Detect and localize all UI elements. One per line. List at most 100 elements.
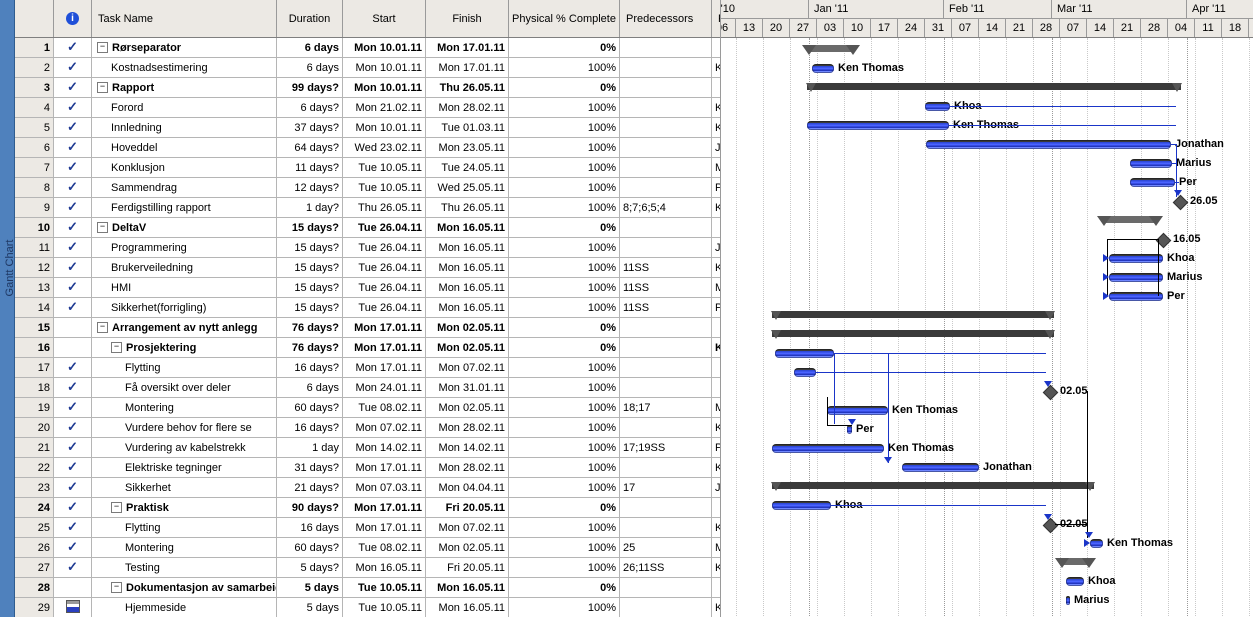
predecessors-cell[interactable] xyxy=(619,77,712,98)
predecessors-cell[interactable]: 11SS xyxy=(619,257,712,278)
task-name-cell[interactable]: Kostnadsestimering xyxy=(91,57,277,78)
task-name-cell[interactable]: Flytting xyxy=(91,357,277,378)
table-row[interactable]: 15− Arrangement av nytt anlegg 76 days? Mon… xyxy=(15,317,720,338)
gantt-summary-bar[interactable] xyxy=(1055,558,1096,568)
gantt-task-bar[interactable] xyxy=(1130,178,1175,187)
table-row[interactable]: 8 ✓ Sammendrag 12 days? Tue 10.05.11 Wed 25.0… xyxy=(15,177,720,198)
task-name-cell[interactable]: − Praktisk xyxy=(91,497,277,518)
physical-pct-complete-cell[interactable]: 100% xyxy=(508,257,620,278)
predecessors-cell[interactable] xyxy=(619,337,712,358)
row-indicator-cell[interactable]: ✓ xyxy=(53,557,92,578)
start-cell[interactable]: Mon 07.02.11 xyxy=(342,417,426,438)
resource-cell[interactable] xyxy=(711,357,720,378)
gantt-milestone-marker[interactable] xyxy=(1042,384,1059,401)
finish-cell[interactable]: Mon 02.05.11 xyxy=(425,537,509,558)
row-indicator-cell[interactable]: ✓ xyxy=(53,137,92,158)
resource-cell[interactable]: Ken Thom xyxy=(711,557,720,578)
resource-cell[interactable]: Jonathan xyxy=(711,137,720,158)
resource-cell[interactable] xyxy=(711,317,720,338)
start-cell[interactable]: Tue 26.04.11 xyxy=(342,297,426,318)
physical-pct-complete-cell[interactable]: 100% xyxy=(508,277,620,298)
predecessors-cell[interactable] xyxy=(619,357,712,378)
gantt-summary-bar[interactable] xyxy=(771,311,1055,320)
duration-cell[interactable]: 11 days? xyxy=(276,157,343,178)
start-cell[interactable]: Tue 10.05.11 xyxy=(342,597,426,617)
duration-cell[interactable]: 1 day xyxy=(276,437,343,458)
col-header-physical-pct-complete[interactable]: Physical % Complete xyxy=(508,0,620,38)
resource-cell[interactable]: Per xyxy=(711,177,720,198)
duration-cell[interactable]: 15 days? xyxy=(276,257,343,278)
finish-cell[interactable]: Mon 16.05.11 xyxy=(425,237,509,258)
physical-pct-complete-cell[interactable]: 100% xyxy=(508,157,620,178)
duration-cell[interactable]: 37 days? xyxy=(276,117,343,138)
physical-pct-complete-cell[interactable]: 100% xyxy=(508,477,620,498)
task-name-cell[interactable]: Sammendrag xyxy=(91,177,277,198)
physical-pct-complete-cell[interactable]: 100% xyxy=(508,97,620,118)
duration-cell[interactable]: 90 days? xyxy=(276,497,343,518)
physical-pct-complete-cell[interactable]: 100% xyxy=(508,177,620,198)
physical-pct-complete-cell[interactable]: 0% xyxy=(508,497,620,518)
duration-cell[interactable]: 15 days? xyxy=(276,297,343,318)
resource-cell[interactable]: Ken Thom xyxy=(711,457,720,478)
resource-cell[interactable]: Marius xyxy=(711,397,720,418)
duration-cell[interactable]: 16 days? xyxy=(276,357,343,378)
duration-cell[interactable]: 6 days? xyxy=(276,97,343,118)
table-row[interactable]: 28 − Dokumentasjon av samarbeid 5 days Tue 1… xyxy=(15,577,720,598)
gantt-summary-bar[interactable] xyxy=(771,482,1095,491)
physical-pct-complete-cell[interactable]: 100% xyxy=(508,137,620,158)
resource-cell[interactable]: Ken Thom xyxy=(711,117,720,138)
resource-cell[interactable] xyxy=(711,497,720,518)
task-name-cell[interactable]: Hoveddel xyxy=(91,137,277,158)
task-name-cell[interactable]: Vurdere behov for flere se xyxy=(91,417,277,438)
finish-cell[interactable]: Thu 26.05.11 xyxy=(425,197,509,218)
duration-cell[interactable]: 21 days? xyxy=(276,477,343,498)
gantt-task-bar[interactable] xyxy=(926,140,1171,149)
resource-cell[interactable]: Ken Thom xyxy=(711,417,720,438)
table-row[interactable]: 7 ✓ Konklusjon 11 days? Tue 10.05.11 Tue 24.0… xyxy=(15,157,720,178)
resource-cell[interactable]: Khoa xyxy=(711,97,720,118)
resource-cell[interactable]: Ken Thom xyxy=(711,57,720,78)
duration-cell[interactable]: 5 days? xyxy=(276,557,343,578)
collapse-expand-icon[interactable]: − xyxy=(97,322,108,334)
table-row[interactable]: 26 ✓ Montering 60 days? Tue 08.02.11 Mon 02.0… xyxy=(15,537,720,558)
duration-cell[interactable]: 31 days? xyxy=(276,457,343,478)
predecessors-cell[interactable]: 18;17 xyxy=(619,397,712,418)
resource-cell[interactable]: Jontahan xyxy=(711,237,720,258)
row-indicator-cell[interactable] xyxy=(53,317,92,338)
physical-pct-complete-cell[interactable]: 100% xyxy=(508,237,620,258)
predecessors-cell[interactable] xyxy=(619,97,712,118)
start-cell[interactable]: Tue 26.04.11 xyxy=(342,237,426,258)
predecessors-cell[interactable] xyxy=(619,137,712,158)
start-cell[interactable]: Mon 10.01.11 xyxy=(342,57,426,78)
row-indicator-cell[interactable]: ✓ xyxy=(53,517,92,538)
physical-pct-complete-cell[interactable]: 100% xyxy=(508,357,620,378)
start-cell[interactable]: Wed 23.02.11 xyxy=(342,137,426,158)
gantt-task-bar[interactable] xyxy=(807,121,949,130)
duration-cell[interactable]: 16 days xyxy=(276,517,343,538)
gantt-task-bar[interactable] xyxy=(902,463,979,472)
task-name-cell[interactable]: − DeltaV xyxy=(91,217,277,238)
predecessors-cell[interactable] xyxy=(619,497,712,518)
collapse-expand-icon[interactable]: − xyxy=(111,342,122,354)
predecessors-cell[interactable] xyxy=(619,237,712,258)
physical-pct-complete-cell[interactable]: 100% xyxy=(508,377,620,398)
gantt-summary-bar[interactable] xyxy=(802,45,860,55)
predecessors-cell[interactable]: 26;11SS xyxy=(619,557,712,578)
predecessors-cell[interactable] xyxy=(619,217,712,238)
col-header-duration[interactable]: Duration xyxy=(276,0,343,38)
gantt-pane[interactable]: ec '10Jan '11Feb '11Mar '11Apr '11May '1… xyxy=(721,0,1253,617)
resource-cell[interactable]: Khoa xyxy=(711,597,720,617)
physical-pct-complete-cell[interactable]: 0% xyxy=(508,37,620,58)
table-row[interactable]: 27 ✓ Testing 5 days? Mon 16.05.11 Fri 20.05.1… xyxy=(15,557,720,578)
col-header-id[interactable] xyxy=(15,0,54,38)
table-row[interactable]: 21 ✓ Vurdering av kabelstrekk 1 day Mon 14.0… xyxy=(15,437,720,458)
physical-pct-complete-cell[interactable]: 100% xyxy=(508,397,620,418)
start-cell[interactable]: Mon 17.01.11 xyxy=(342,497,426,518)
physical-pct-complete-cell[interactable]: 100% xyxy=(508,557,620,578)
gantt-task-bar[interactable] xyxy=(1130,159,1172,168)
row-indicator-cell[interactable]: ✓ xyxy=(53,357,92,378)
resource-cell[interactable]: Khoa xyxy=(711,197,720,218)
physical-pct-complete-cell[interactable]: 100% xyxy=(508,597,620,617)
task-name-cell[interactable]: − Rørseparator xyxy=(91,37,277,58)
duration-cell[interactable]: 60 days? xyxy=(276,397,343,418)
